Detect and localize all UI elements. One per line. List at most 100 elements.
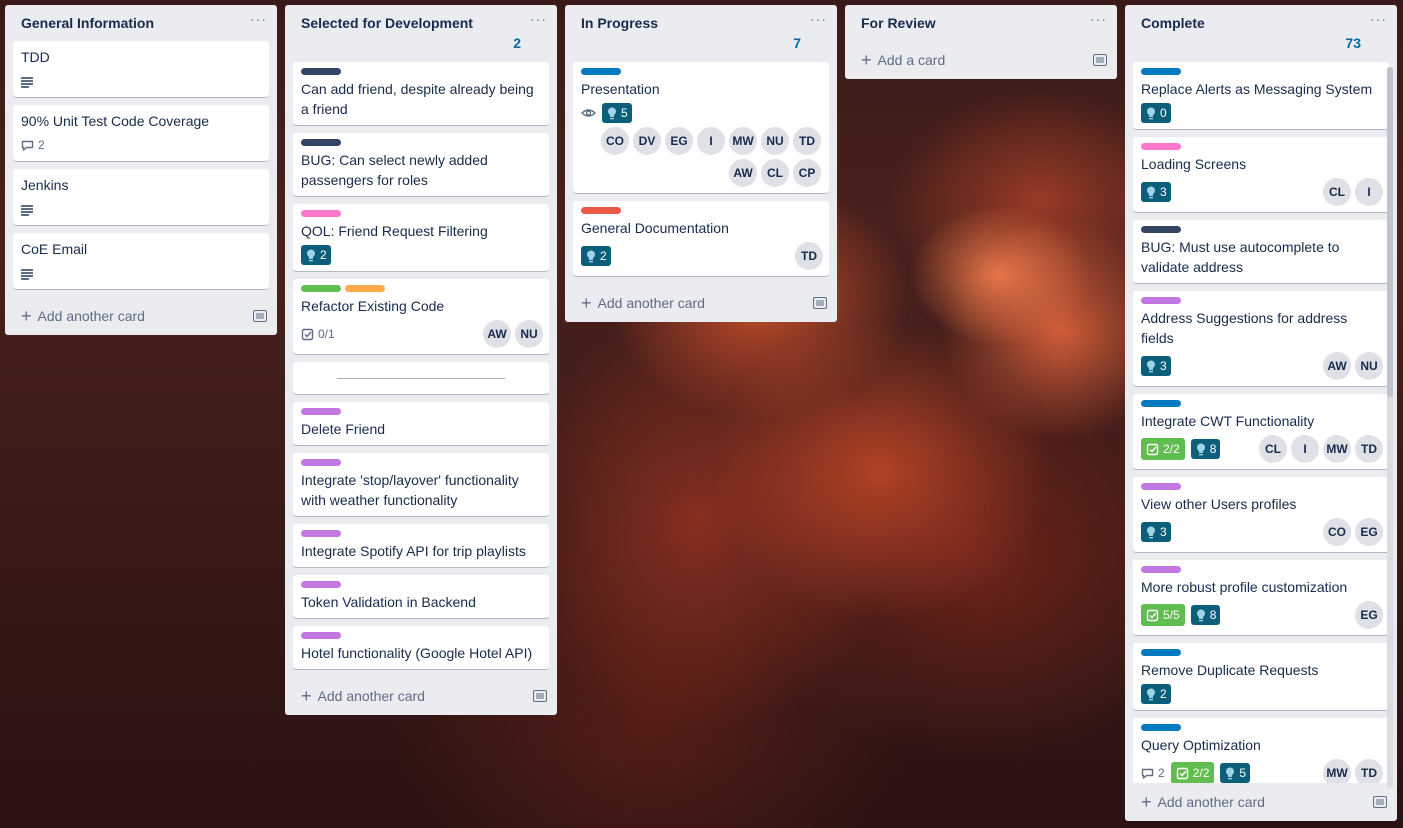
member-avatar[interactable]: TD [1355, 759, 1383, 783]
card[interactable]: Refactor Existing Code 0/1 AW NU [293, 279, 549, 354]
member-avatar[interactable]: I [1355, 178, 1383, 206]
member-avatar[interactable]: DV [633, 127, 661, 155]
label-purple[interactable] [1141, 483, 1181, 490]
label-navy[interactable] [301, 68, 341, 75]
add-card-label: Add another card [1157, 794, 1265, 810]
add-card-label: Add another card [37, 308, 145, 324]
member-avatar[interactable]: AW [1323, 352, 1351, 380]
card[interactable]: QOL: Friend Request Filtering 2 [293, 204, 549, 271]
member-avatar[interactable]: I [1291, 435, 1319, 463]
card-template-icon[interactable] [1373, 796, 1387, 808]
card[interactable]: BUG: Must use autocomplete to validate a… [1133, 220, 1389, 283]
card[interactable]: Query Optimization 2 2/2 5 MW TD [1133, 718, 1389, 783]
label-blue[interactable] [1141, 400, 1181, 407]
label-navy[interactable] [301, 139, 341, 146]
list-title[interactable]: General Information [21, 15, 277, 31]
card[interactable]: 90% Unit Test Code Coverage 2 [13, 105, 269, 161]
card[interactable]: Remove Duplicate Requests 2 [1133, 643, 1389, 710]
card-template-icon[interactable] [813, 297, 827, 309]
member-avatar[interactable]: CO [601, 127, 629, 155]
card[interactable]: TDD [13, 41, 269, 97]
member-avatar[interactable]: CL [761, 159, 789, 187]
member-avatar[interactable]: EG [665, 127, 693, 155]
card[interactable]: Jenkins [13, 169, 269, 225]
list-title[interactable]: For Review [861, 15, 1117, 31]
member-avatar[interactable]: AW [483, 320, 511, 348]
card[interactable]: Can add friend, despite already being a … [293, 62, 549, 125]
card[interactable]: Integrate 'stop/layover' functionality w… [293, 453, 549, 516]
member-avatar[interactable]: TD [795, 242, 823, 270]
member-avatar[interactable]: MW [1323, 435, 1351, 463]
list-menu-button[interactable]: ··· [250, 11, 267, 27]
list-menu-button[interactable]: ··· [1370, 11, 1387, 27]
add-card-button[interactable]: + Add another card [581, 294, 705, 312]
label-purple[interactable] [301, 581, 341, 588]
member-avatar[interactable]: NU [761, 127, 789, 155]
card[interactable]: Loading Screens 3 CL I [1133, 137, 1389, 212]
label-green[interactable] [301, 285, 341, 292]
member-avatar[interactable]: NU [1355, 352, 1383, 380]
label-purple[interactable] [301, 632, 341, 639]
card[interactable]: Replace Alerts as Messaging System 0 [1133, 62, 1389, 129]
member-avatar[interactable]: TD [793, 127, 821, 155]
description-icon [21, 75, 33, 88]
card[interactable]: Token Validation in Backend [293, 575, 549, 618]
list-title[interactable]: Selected for Development [301, 15, 557, 31]
label-blue[interactable] [1141, 68, 1181, 75]
member-avatar[interactable]: I [697, 127, 725, 155]
member-avatar[interactable]: MW [1323, 759, 1351, 783]
card[interactable]: More robust profile customization 5/5 8 EG [1133, 560, 1389, 635]
label-navy[interactable] [1141, 226, 1181, 233]
card[interactable]: Integrate Spotify API for trip playlists [293, 524, 549, 567]
card[interactable]: CoE Email [13, 233, 269, 289]
card[interactable]: Presentation 5 CO DV EG I MW NU TD AW CL CP [573, 62, 829, 193]
label-blue[interactable] [581, 68, 621, 75]
member-avatar[interactable]: CO [1323, 518, 1351, 546]
member-avatar[interactable]: NU [515, 320, 543, 348]
card[interactable]: View other Users profiles 3 CO EG [1133, 477, 1389, 552]
label-blue[interactable] [1141, 724, 1181, 731]
member-avatar[interactable]: TD [1355, 435, 1383, 463]
card-template-icon[interactable] [533, 690, 547, 702]
card-badges [21, 199, 261, 219]
card[interactable]: General Documentation 2 TD [573, 201, 829, 276]
card-members: AW NU [1323, 352, 1383, 380]
label-orange[interactable] [345, 285, 385, 292]
add-card-button[interactable]: + Add a card [861, 51, 945, 69]
member-avatar[interactable]: MW [729, 127, 757, 155]
label-purple[interactable] [1141, 297, 1181, 304]
card[interactable]: Address Suggestions for address fields 3 A… [1133, 291, 1389, 386]
card-template-icon[interactable] [1093, 54, 1107, 66]
label-red[interactable] [581, 207, 621, 214]
member-avatar[interactable]: AW [729, 159, 757, 187]
list-scrollbar[interactable] [1387, 67, 1393, 788]
card[interactable]: Hotel functionality (Google Hotel API) [293, 626, 549, 669]
label-blue[interactable] [1141, 649, 1181, 656]
card[interactable]: Delete Friend [293, 402, 549, 445]
add-card-button[interactable]: + Add another card [1141, 793, 1265, 811]
card[interactable]: Integrate CWT Functionality 2/2 8 CL I MW TD [1133, 394, 1389, 469]
member-avatar[interactable]: CL [1323, 178, 1351, 206]
member-avatar[interactable]: EG [1355, 601, 1383, 629]
scrollbar-thumb[interactable] [1387, 67, 1393, 397]
list-menu-button[interactable]: ··· [530, 11, 547, 27]
label-purple[interactable] [301, 459, 341, 466]
separator-card[interactable] [293, 362, 549, 394]
label-pink[interactable] [1141, 143, 1181, 150]
list-title[interactable]: Complete [1141, 15, 1397, 31]
card-template-icon[interactable] [253, 310, 267, 322]
add-card-button[interactable]: + Add another card [21, 307, 145, 325]
label-purple[interactable] [301, 408, 341, 415]
member-avatar[interactable]: CP [793, 159, 821, 187]
story-points-value: 3 [1160, 359, 1167, 373]
label-pink[interactable] [301, 210, 341, 217]
list-title[interactable]: In Progress [581, 15, 837, 31]
member-avatar[interactable]: EG [1355, 518, 1383, 546]
card[interactable]: BUG: Can select newly added passengers f… [293, 133, 549, 196]
label-purple[interactable] [1141, 566, 1181, 573]
list-menu-button[interactable]: ··· [810, 11, 827, 27]
member-avatar[interactable]: CL [1259, 435, 1287, 463]
list-menu-button[interactable]: ··· [1090, 11, 1107, 27]
add-card-button[interactable]: + Add another card [301, 687, 425, 705]
label-purple[interactable] [301, 530, 341, 537]
